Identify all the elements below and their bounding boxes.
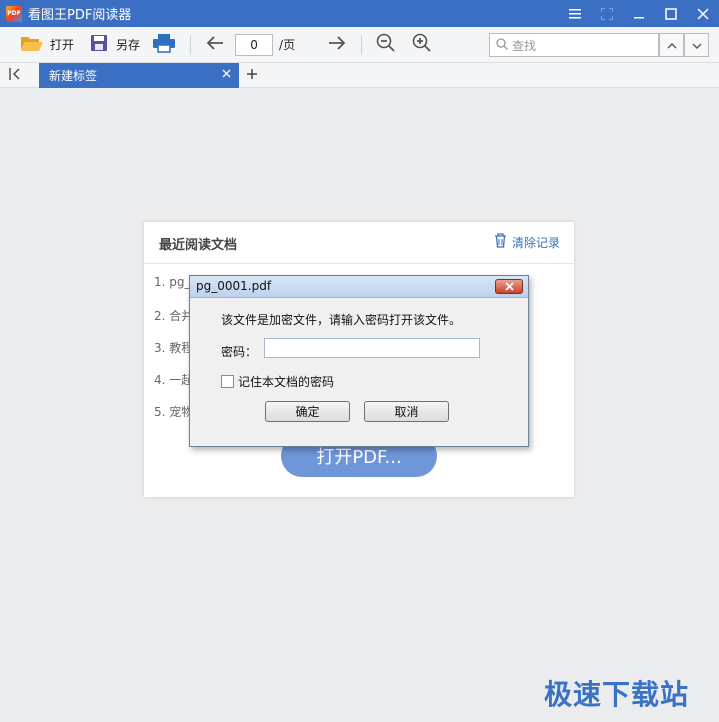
toolbar: 打开 另存 0 /页 查找	[0, 27, 719, 63]
zoom-in-button[interactable]	[408, 27, 436, 63]
tab-bar: 新建标签	[0, 63, 719, 88]
dialog-close-icon[interactable]	[495, 279, 523, 294]
maximize-icon[interactable]	[655, 0, 687, 27]
recent-title: 最近阅读文档	[159, 238, 238, 253]
save-as-button[interactable]: 另存	[86, 27, 144, 63]
search-input[interactable]: 查找	[489, 33, 659, 57]
zoom-in-icon	[412, 33, 432, 56]
recent-item[interactable]: 5. 宠物	[154, 403, 193, 420]
recent-item[interactable]: 1. pg_	[154, 275, 191, 289]
recent-item[interactable]: 4. 一起	[154, 371, 193, 388]
page-number-input[interactable]: 0	[235, 33, 274, 56]
arrow-right-icon	[327, 35, 347, 54]
card-header: 最近阅读文档 清除记录	[144, 222, 574, 264]
checkbox-box[interactable]	[221, 375, 234, 388]
dialog-title-bar: pg_0001.pdf	[190, 276, 528, 298]
tab-close-icon[interactable]	[222, 67, 231, 82]
dialog-title: pg_0001.pdf	[196, 279, 272, 293]
toolbar-separator	[190, 34, 192, 55]
app-logo-icon: PDF	[6, 5, 22, 22]
page-suffix: /页	[279, 38, 296, 52]
menu-icon[interactable]	[559, 0, 591, 27]
search-placeholder: 查找	[512, 38, 537, 53]
save-icon	[90, 34, 108, 55]
toolbar-separator	[361, 34, 363, 55]
recent-item[interactable]: 3. 教程	[154, 339, 193, 356]
recent-item[interactable]: 2. 合并	[154, 307, 193, 324]
tab-new[interactable]: 新建标签	[39, 63, 239, 88]
open-button[interactable]: 打开	[16, 27, 78, 63]
add-tab-icon[interactable]	[246, 65, 258, 85]
collapse-sidebar-icon[interactable]	[8, 67, 28, 85]
close-icon[interactable]	[687, 0, 719, 27]
search-next-button[interactable]	[684, 33, 709, 57]
prev-page-button[interactable]	[201, 27, 229, 63]
minimize-icon[interactable]	[623, 0, 655, 27]
watermark-text: 极速下载站	[544, 678, 690, 711]
zoom-out-icon	[376, 33, 396, 56]
password-label: 密码：	[221, 345, 258, 359]
arrow-left-icon	[205, 35, 225, 54]
ok-button[interactable]: 确定	[265, 401, 350, 422]
search-icon	[496, 37, 508, 53]
remember-password-checkbox[interactable]: 记住本文档的密码	[221, 373, 334, 390]
fullscreen-icon[interactable]	[591, 0, 623, 27]
print-button[interactable]	[148, 27, 180, 63]
folder-icon	[20, 34, 44, 55]
printer-icon	[152, 33, 176, 56]
password-field[interactable]	[264, 338, 480, 358]
window-title: 看图王PDF阅读器	[28, 8, 132, 23]
chevron-down-icon	[692, 38, 702, 52]
tab-label: 新建标签	[49, 69, 98, 83]
window-controls	[559, 0, 719, 27]
search-prev-button[interactable]	[659, 33, 684, 57]
next-page-button[interactable]	[323, 27, 351, 63]
dialog-message: 该文件是加密文件，请输入密码打开该文件。	[221, 313, 462, 327]
trash-icon	[494, 233, 507, 251]
chevron-up-icon	[667, 38, 677, 52]
password-dialog: pg_0001.pdf 该文件是加密文件，请输入密码打开该文件。 密码： 记住本…	[189, 275, 529, 447]
cancel-button[interactable]: 取消	[364, 401, 449, 422]
title-bar: PDF 看图王PDF阅读器	[0, 0, 719, 27]
clear-records-button[interactable]: 清除记录	[494, 233, 560, 251]
remember-label: 记住本文档的密码	[238, 375, 335, 389]
zoom-out-button[interactable]	[372, 27, 400, 63]
